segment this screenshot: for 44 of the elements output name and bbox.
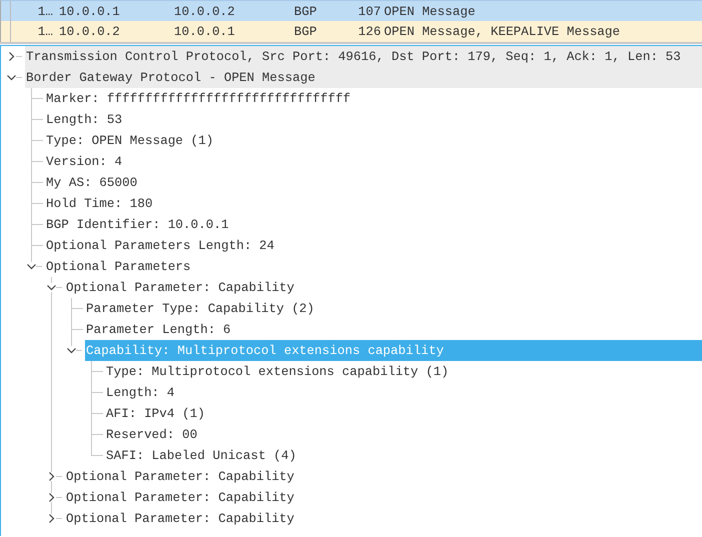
- length-cell-text: 126: [357, 24, 381, 39]
- tree-item[interactable]: Optional Parameters Length: 24: [45, 235, 702, 256]
- chevron-down-icon[interactable]: [7, 73, 16, 82]
- tree-item[interactable]: Parameter Type: Capability (2): [85, 298, 702, 319]
- tree-item[interactable]: Transmission Control Protocol, Src Port: 49616, Dst Port: 179, Seq: 1, Ack: 1, Len: 53: [25, 46, 702, 67]
- chevron-right-icon[interactable]: [7, 52, 16, 61]
- chevron-right-icon[interactable]: [47, 472, 56, 481]
- tree-item[interactable]: Reserved: 00: [105, 424, 702, 445]
- tree-item[interactable]: Border Gateway Protocol - OPEN Message: [25, 67, 702, 88]
- chevron-down-icon[interactable]: [27, 262, 36, 271]
- info-cell-text: OPEN Message: [383, 4, 476, 18]
- tree-item[interactable]: My AS: 65000: [45, 172, 702, 193]
- tree-item[interactable]: Type: OPEN Message (1): [45, 130, 702, 151]
- chevron-right-icon[interactable]: [47, 514, 56, 523]
- packet-row[interactable]: 1… 10.0.0.1 10.0.0.2 BGP 107 OPEN Message: [0, 0, 702, 21]
- destination-cell-text: 10.0.0.1: [173, 24, 236, 39]
- number-cell-text: 1…: [36, 4, 54, 18]
- source-cell-text: 10.0.0.1: [58, 4, 121, 18]
- tree-item[interactable]: Version: 4: [45, 151, 702, 172]
- number-cell-text: 1…: [36, 24, 54, 39]
- chevron-right-icon[interactable]: [47, 493, 56, 502]
- tree-item[interactable]: Length: 53: [45, 109, 702, 130]
- length-cell-text: 107: [357, 4, 381, 18]
- tree-item[interactable]: Optional Parameter: Capability: [65, 487, 702, 508]
- tree-item[interactable]: Marker: ffffffffffffffffffffffffffffffff: [45, 88, 702, 109]
- info-cell-text: OPEN Message, KEEPALIVE Message: [383, 24, 620, 39]
- tree-item[interactable]: BGP Identifier: 10.0.0.1: [45, 214, 702, 235]
- tree-item[interactable]: Optional Parameters: [45, 256, 702, 277]
- protocol-cell-text: BGP: [293, 4, 318, 18]
- destination-cell-text: 10.0.0.2: [173, 4, 236, 18]
- packet-row[interactable]: 1… 10.0.0.2 10.0.0.1 BGP 126 OPEN Message, KEEPALIVE Message: [0, 21, 702, 42]
- tree-item[interactable]: Optional Parameter: Capability: [65, 508, 702, 529]
- chevron-down-icon[interactable]: [67, 346, 76, 355]
- protocol-cell-text: BGP: [293, 24, 318, 39]
- tree-item[interactable]: Optional Parameter: Capability: [65, 466, 702, 487]
- tree-item[interactable]: AFI: IPv4 (1): [105, 403, 702, 424]
- tree-item[interactable]: Parameter Length: 6: [85, 319, 702, 340]
- tree-item[interactable]: Length: 4: [105, 382, 702, 403]
- source-cell-text: 10.0.0.2: [58, 24, 121, 39]
- tree-item[interactable]: Optional Parameter: Capability: [65, 277, 702, 298]
- tree-item[interactable]: SAFI: Labeled Unicast (4): [105, 445, 702, 466]
- tree-item[interactable]: Type: Multiprotocol extensions capability (1): [105, 361, 702, 382]
- chevron-down-icon[interactable]: [47, 283, 56, 292]
- tree-item[interactable]: Hold Time: 180: [45, 193, 702, 214]
